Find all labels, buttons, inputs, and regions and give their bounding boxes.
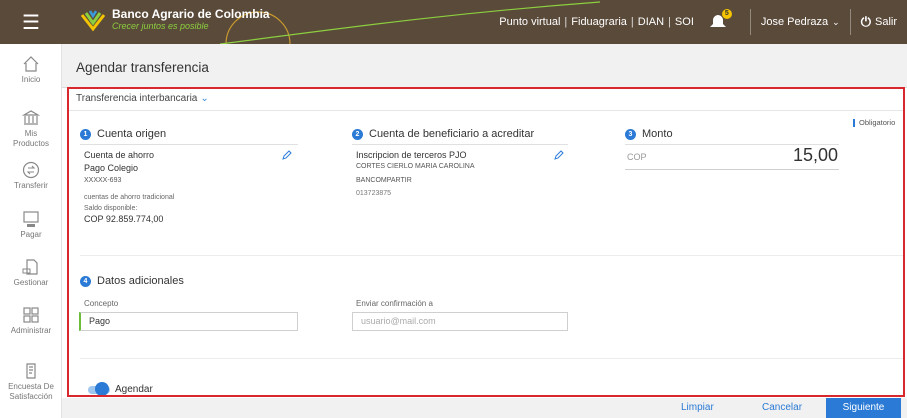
beneficiary-heading-label: Cuenta de beneficiario a acreditar — [369, 128, 535, 140]
divider — [80, 255, 905, 256]
user-name: Jose Pedraza — [760, 16, 829, 28]
amount-underline — [625, 169, 839, 170]
brand-tagline: Crecer juntos es posible — [112, 21, 209, 31]
title-bar: Agendar transferencia — [62, 44, 907, 88]
divider — [80, 358, 905, 359]
sidebar-item-label: Gestionar — [13, 278, 49, 287]
chevron-down-icon: ⌄ — [832, 16, 840, 27]
required-label: Obligatorio — [859, 118, 896, 127]
sidebar-item-encuesta[interactable]: Encuesta De Satisfacción — [0, 362, 62, 402]
beneficiary-bank: BANCOMPARTIR — [356, 177, 412, 184]
origin-account-desc: cuentas de ahorro tradicional — [84, 194, 175, 201]
origin-account-number: XXXXX-693 — [84, 177, 122, 184]
page-title: Agendar transferencia — [76, 60, 209, 75]
origin-balance-label: Saldo disponible: — [84, 205, 138, 212]
amount-input[interactable]: 15,00 — [760, 145, 838, 166]
sidebar-item-pagar[interactable]: Pagar — [0, 210, 62, 240]
logout-button[interactable]: ⏻ Salir — [861, 14, 897, 30]
beneficiary-name: CORTES CIERLO MARIA CAROLINA — [356, 163, 475, 170]
sidebar: Inicio Mis Productos Transferir Pagar Ge… — [0, 44, 62, 418]
schedule-toggle[interactable] — [95, 382, 109, 396]
sidebar-item-label: Pagar — [20, 230, 42, 239]
sidebar-item-transferir[interactable]: Transferir — [0, 161, 62, 191]
divider — [68, 110, 904, 111]
step-number-icon: 1 — [80, 128, 91, 140]
step-number-icon: 2 — [352, 128, 363, 140]
sidebar-item-label: Mis Productos — [12, 129, 50, 148]
separator: | — [564, 16, 568, 28]
divider — [80, 144, 298, 145]
divider — [849, 9, 851, 35]
confirm-email-input[interactable]: usuario@mail.com — [352, 312, 568, 331]
clear-button[interactable]: Limpiar — [681, 402, 714, 413]
concept-input[interactable]: Pago — [79, 312, 298, 331]
sidebar-item-administrar[interactable]: Administrar — [0, 306, 62, 336]
link-dian[interactable]: DIAN — [638, 16, 664, 28]
concept-label: Concepto — [84, 299, 119, 308]
brand-name: Banco Agrario de Colombia — [112, 7, 270, 21]
separator: | — [668, 16, 671, 28]
brand-logo-icon — [80, 10, 106, 32]
cancel-button[interactable]: Cancelar — [762, 402, 802, 413]
edit-origin-pencil-icon[interactable] — [282, 150, 292, 160]
origin-heading: 1 Cuenta origen — [80, 128, 166, 140]
home-icon — [23, 56, 39, 72]
transfer-icon — [22, 161, 40, 179]
origin-balance-value: COP 92.859.774,00 — [84, 214, 164, 224]
confirm-email-label: Enviar confirmación a — [356, 299, 433, 308]
schedule-label: Agendar — [115, 384, 153, 395]
amount-heading: 3 Monto — [625, 128, 673, 140]
step-number-icon: 4 — [80, 275, 91, 287]
beneficiary-registration: Inscripcion de terceros PJO — [356, 150, 467, 160]
origin-account-name: Pago Colegio — [84, 163, 139, 173]
amount-heading-label: Monto — [642, 128, 673, 140]
amount-currency: COP — [627, 152, 647, 162]
required-marker — [853, 118, 855, 127]
logout-label: Salir — [874, 16, 897, 28]
step-number-icon: 3 — [625, 128, 636, 140]
origin-heading-label: Cuenta origen — [97, 128, 167, 140]
power-icon: ⏻ — [860, 14, 871, 29]
sidebar-item-inicio[interactable]: Inicio — [0, 55, 62, 85]
pay-icon — [23, 211, 39, 227]
next-button[interactable]: Siguiente — [826, 398, 901, 418]
survey-icon — [26, 363, 36, 379]
top-links: Punto virtual | Fiduagraria | DIAN | SOI… — [499, 0, 907, 44]
grid-icon — [23, 307, 39, 323]
manage-icon — [22, 259, 38, 275]
sidebar-item-label: Inicio — [21, 75, 41, 84]
sidebar-item-gestionar[interactable]: Gestionar — [0, 258, 62, 288]
sidebar-item-label: Encuesta De Satisfacción — [8, 382, 54, 401]
transfer-type-dropdown[interactable]: Transferencia interbancaria ⌄ — [76, 93, 209, 104]
beneficiary-account: 013723875 — [356, 190, 392, 197]
sidebar-item-mis-productos[interactable]: Mis Productos — [0, 109, 62, 149]
menu-icon[interactable]: ☰ — [0, 0, 62, 44]
sidebar-item-label: Transferir — [14, 181, 48, 190]
additional-heading: 4 Datos adicionales — [80, 275, 184, 287]
link-punto-virtual[interactable]: Punto virtual — [499, 16, 560, 28]
sidebar-item-label: Administrar — [10, 326, 52, 335]
transfer-type-label: Transferencia interbancaria — [76, 93, 198, 104]
beneficiary-heading: 2 Cuenta de beneficiario a acreditar — [352, 128, 534, 140]
bank-icon — [22, 110, 40, 125]
link-soi[interactable]: SOI — [675, 16, 694, 28]
link-fiduagraria[interactable]: Fiduagraria — [571, 16, 627, 28]
notification-badge: 5 — [721, 9, 732, 19]
divider — [352, 144, 568, 145]
divider — [749, 9, 751, 35]
notifications-button[interactable]: 5 — [708, 9, 732, 31]
top-bar: ☰ Banco Agrario de Colombia Crecer junto… — [0, 0, 907, 44]
origin-account-type: Cuenta de ahorro — [84, 150, 155, 160]
chevron-down-icon: ⌄ — [200, 93, 209, 104]
edit-beneficiary-pencil-icon[interactable] — [554, 150, 564, 160]
user-menu[interactable]: Jose Pedraza ⌄ — [761, 16, 840, 28]
additional-heading-label: Datos adicionales — [97, 275, 184, 287]
required-legend: Obligatorio — [853, 118, 895, 127]
separator: | — [630, 16, 634, 28]
brand-logo[interactable]: Banco Agrario de Colombia Crecer juntos … — [80, 7, 270, 33]
